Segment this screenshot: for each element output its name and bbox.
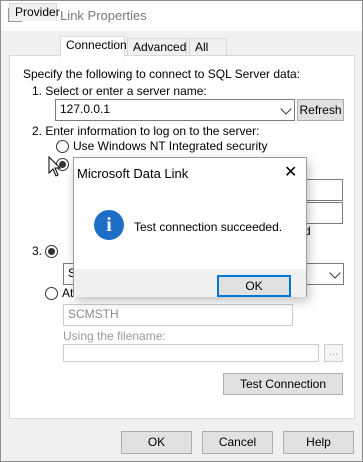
message-dialog: Microsoft Data Link ✕ i Test connection …	[73, 157, 307, 297]
nt-security-label: Use Windows NT Integrated security	[73, 139, 268, 153]
dialog-ok-button[interactable]: OK	[217, 275, 291, 297]
tab-all[interactable]: All	[189, 38, 227, 56]
server-name-value: 127.0.0.1	[60, 102, 111, 116]
refresh-button[interactable]: Refresh	[297, 99, 344, 121]
tab-connection[interactable]: Connection	[60, 36, 127, 57]
intro-text: Specify the following to connect to SQL …	[23, 67, 301, 81]
select-database-radio[interactable]	[45, 245, 58, 258]
ok-button[interactable]: OK	[121, 431, 192, 454]
dialog-footer: OK	[74, 269, 306, 297]
info-icon: i	[94, 210, 124, 240]
chevron-down-icon	[280, 103, 292, 115]
browse-button[interactable]: ...	[324, 344, 343, 362]
close-icon[interactable]: ✕	[284, 165, 297, 181]
attach-db-value: SCMSTH	[68, 307, 119, 321]
step2-label: 2. Enter information to log on to the se…	[32, 124, 260, 138]
dialog-message: Test connection succeeded.	[134, 220, 283, 234]
step3-label: 3.	[32, 244, 43, 258]
dialog-title-bar: Microsoft Data Link ✕	[74, 158, 306, 188]
nt-security-radio[interactable]	[56, 140, 69, 153]
tab-advanced[interactable]: Advanced	[127, 38, 187, 56]
step1-label: 1. Select or enter a server name:	[32, 84, 207, 98]
help-button[interactable]: Help	[283, 431, 354, 454]
filename-field[interactable]	[63, 344, 319, 362]
cancel-button[interactable]: Cancel	[202, 431, 273, 454]
server-name-select[interactable]: 127.0.0.1	[55, 99, 295, 121]
mouse-pointer-icon	[48, 156, 62, 177]
tab-provider[interactable]: Provider	[9, 3, 60, 21]
test-connection-button[interactable]: Test Connection	[223, 373, 343, 395]
attach-db-radio[interactable]	[45, 287, 58, 300]
chevron-down-icon	[329, 267, 341, 279]
dialog-title: Microsoft Data Link	[77, 166, 189, 181]
filename-label: Using the filename:	[63, 329, 166, 343]
attach-db-field[interactable]: SCMSTH	[63, 304, 293, 326]
